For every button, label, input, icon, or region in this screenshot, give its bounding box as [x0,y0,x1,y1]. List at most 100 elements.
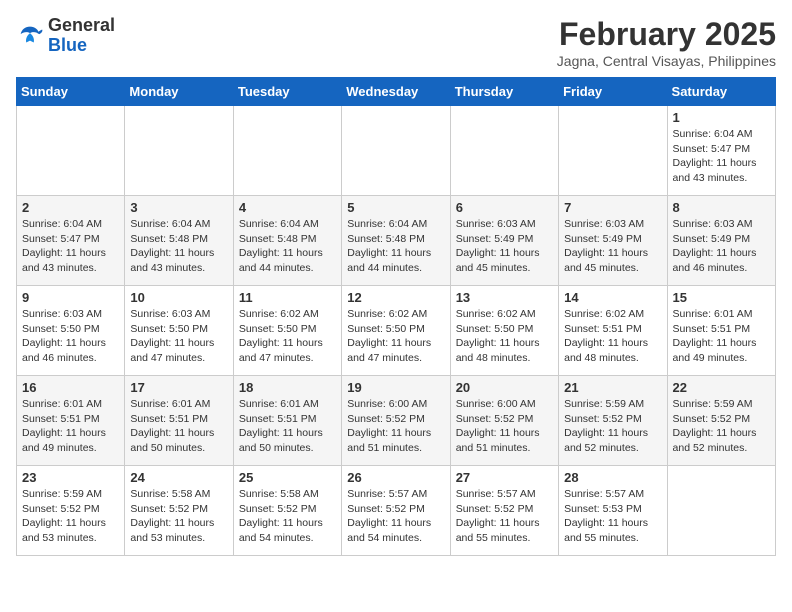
day-info: Sunrise: 6:01 AM Sunset: 5:51 PM Dayligh… [22,397,119,456]
day-cell: 4 Sunrise: 6:04 AM Sunset: 5:48 PM Daylig… [233,196,341,286]
day-info: Sunrise: 5:57 AM Sunset: 5:52 PM Dayligh… [347,487,444,546]
day-cell [450,106,558,196]
day-cell: 7 Sunrise: 6:03 AM Sunset: 5:49 PM Daylig… [559,196,667,286]
day-info: Sunrise: 6:02 AM Sunset: 5:50 PM Dayligh… [456,307,553,366]
day-info: Sunrise: 6:03 AM Sunset: 5:49 PM Dayligh… [673,217,770,276]
day-cell [233,106,341,196]
day-info: Sunrise: 6:01 AM Sunset: 5:51 PM Dayligh… [673,307,770,366]
day-cell [559,106,667,196]
day-cell [667,466,775,556]
day-cell: 3 Sunrise: 6:04 AM Sunset: 5:48 PM Daylig… [125,196,233,286]
day-cell: 28 Sunrise: 5:57 AM Sunset: 5:53 PM Dayli… [559,466,667,556]
day-number: 28 [564,470,661,485]
day-info: Sunrise: 6:01 AM Sunset: 5:51 PM Dayligh… [239,397,336,456]
day-cell: 21Sunrise: 5:59 AM Sunset: 5:52 PM Dayli… [559,376,667,466]
day-cell: 14 Sunrise: 6:02 AM Sunset: 5:51 PM Dayli… [559,286,667,376]
day-cell: 17Sunrise: 6:01 AM Sunset: 5:51 PM Dayli… [125,376,233,466]
day-info: Sunrise: 6:04 AM Sunset: 5:48 PM Dayligh… [130,217,227,276]
day-number: 15 [673,290,770,305]
day-info: Sunrise: 5:57 AM Sunset: 5:52 PM Dayligh… [456,487,553,546]
day-cell: 12 Sunrise: 6:02 AM Sunset: 5:50 PM Dayli… [342,286,450,376]
col-header-thursday: Thursday [450,78,558,106]
day-cell: 26 Sunrise: 5:57 AM Sunset: 5:52 PM Dayli… [342,466,450,556]
day-info: Sunrise: 6:01 AM Sunset: 5:51 PM Dayligh… [130,397,227,456]
day-cell [125,106,233,196]
day-number: 11 [239,290,336,305]
logo-text: General Blue [48,16,115,56]
day-cell: 19 Sunrise: 6:00 AM Sunset: 5:52 PM Dayli… [342,376,450,466]
calendar-header-row: SundayMondayTuesdayWednesdayThursdayFrid… [17,78,776,106]
day-info: Sunrise: 6:04 AM Sunset: 5:48 PM Dayligh… [239,217,336,276]
day-number: 9 [22,290,119,305]
day-number: 3 [130,200,227,215]
day-info: Sunrise: 5:59 AM Sunset: 5:52 PM Dayligh… [564,397,661,456]
day-number: 5 [347,200,444,215]
day-info: Sunrise: 5:59 AM Sunset: 5:52 PM Dayligh… [22,487,119,546]
week-row-3: 9 Sunrise: 6:03 AM Sunset: 5:50 PM Daylig… [17,286,776,376]
day-number: 20 [456,380,553,395]
logo-bird-icon [16,22,44,50]
day-number: 24 [130,470,227,485]
month-title: February 2025 [557,16,776,53]
day-number: 1 [673,110,770,125]
day-info: Sunrise: 5:58 AM Sunset: 5:52 PM Dayligh… [239,487,336,546]
day-info: Sunrise: 5:57 AM Sunset: 5:53 PM Dayligh… [564,487,661,546]
logo: General Blue [16,16,115,56]
day-number: 7 [564,200,661,215]
day-info: Sunrise: 6:03 AM Sunset: 5:50 PM Dayligh… [130,307,227,366]
day-info: Sunrise: 6:00 AM Sunset: 5:52 PM Dayligh… [347,397,444,456]
day-cell: 2 Sunrise: 6:04 AM Sunset: 5:47 PM Daylig… [17,196,125,286]
day-cell [17,106,125,196]
col-header-sunday: Sunday [17,78,125,106]
day-number: 6 [456,200,553,215]
day-cell: 23 Sunrise: 5:59 AM Sunset: 5:52 PM Dayli… [17,466,125,556]
day-number: 16 [22,380,119,395]
day-number: 22 [673,380,770,395]
day-info: Sunrise: 5:59 AM Sunset: 5:52 PM Dayligh… [673,397,770,456]
day-number: 4 [239,200,336,215]
day-info: Sunrise: 6:04 AM Sunset: 5:47 PM Dayligh… [673,127,770,186]
day-cell: 20 Sunrise: 6:00 AM Sunset: 5:52 PM Dayli… [450,376,558,466]
week-row-5: 23 Sunrise: 5:59 AM Sunset: 5:52 PM Dayli… [17,466,776,556]
day-number: 19 [347,380,444,395]
week-row-2: 2 Sunrise: 6:04 AM Sunset: 5:47 PM Daylig… [17,196,776,286]
day-cell [342,106,450,196]
day-info: Sunrise: 6:03 AM Sunset: 5:49 PM Dayligh… [564,217,661,276]
calendar: SundayMondayTuesdayWednesdayThursdayFrid… [16,77,776,556]
day-number: 18 [239,380,336,395]
day-number: 8 [673,200,770,215]
col-header-tuesday: Tuesday [233,78,341,106]
title-area: February 2025 Jagna, Central Visayas, Ph… [557,16,776,69]
day-cell: 10Sunrise: 6:03 AM Sunset: 5:50 PM Dayli… [125,286,233,376]
day-info: Sunrise: 6:04 AM Sunset: 5:48 PM Dayligh… [347,217,444,276]
day-info: Sunrise: 6:02 AM Sunset: 5:51 PM Dayligh… [564,307,661,366]
day-cell: 5 Sunrise: 6:04 AM Sunset: 5:48 PM Daylig… [342,196,450,286]
day-info: Sunrise: 6:02 AM Sunset: 5:50 PM Dayligh… [347,307,444,366]
day-cell: 11 Sunrise: 6:02 AM Sunset: 5:50 PM Dayli… [233,286,341,376]
day-number: 12 [347,290,444,305]
location-title: Jagna, Central Visayas, Philippines [557,53,776,69]
day-cell: 18 Sunrise: 6:01 AM Sunset: 5:51 PM Dayli… [233,376,341,466]
day-info: Sunrise: 6:03 AM Sunset: 5:50 PM Dayligh… [22,307,119,366]
col-header-saturday: Saturday [667,78,775,106]
day-cell: 24 Sunrise: 5:58 AM Sunset: 5:52 PM Dayli… [125,466,233,556]
day-cell: 27Sunrise: 5:57 AM Sunset: 5:52 PM Dayli… [450,466,558,556]
week-row-1: 1 Sunrise: 6:04 AM Sunset: 5:47 PM Daylig… [17,106,776,196]
day-cell: 13Sunrise: 6:02 AM Sunset: 5:50 PM Dayli… [450,286,558,376]
day-number: 2 [22,200,119,215]
day-cell: 9 Sunrise: 6:03 AM Sunset: 5:50 PM Daylig… [17,286,125,376]
day-info: Sunrise: 5:58 AM Sunset: 5:52 PM Dayligh… [130,487,227,546]
day-info: Sunrise: 6:03 AM Sunset: 5:49 PM Dayligh… [456,217,553,276]
day-info: Sunrise: 6:04 AM Sunset: 5:47 PM Dayligh… [22,217,119,276]
day-number: 26 [347,470,444,485]
day-cell: 22 Sunrise: 5:59 AM Sunset: 5:52 PM Dayli… [667,376,775,466]
day-info: Sunrise: 6:00 AM Sunset: 5:52 PM Dayligh… [456,397,553,456]
day-number: 14 [564,290,661,305]
day-cell: 8 Sunrise: 6:03 AM Sunset: 5:49 PM Daylig… [667,196,775,286]
day-cell: 15 Sunrise: 6:01 AM Sunset: 5:51 PM Dayli… [667,286,775,376]
col-header-monday: Monday [125,78,233,106]
day-info: Sunrise: 6:02 AM Sunset: 5:50 PM Dayligh… [239,307,336,366]
col-header-friday: Friday [559,78,667,106]
day-number: 23 [22,470,119,485]
col-header-wednesday: Wednesday [342,78,450,106]
